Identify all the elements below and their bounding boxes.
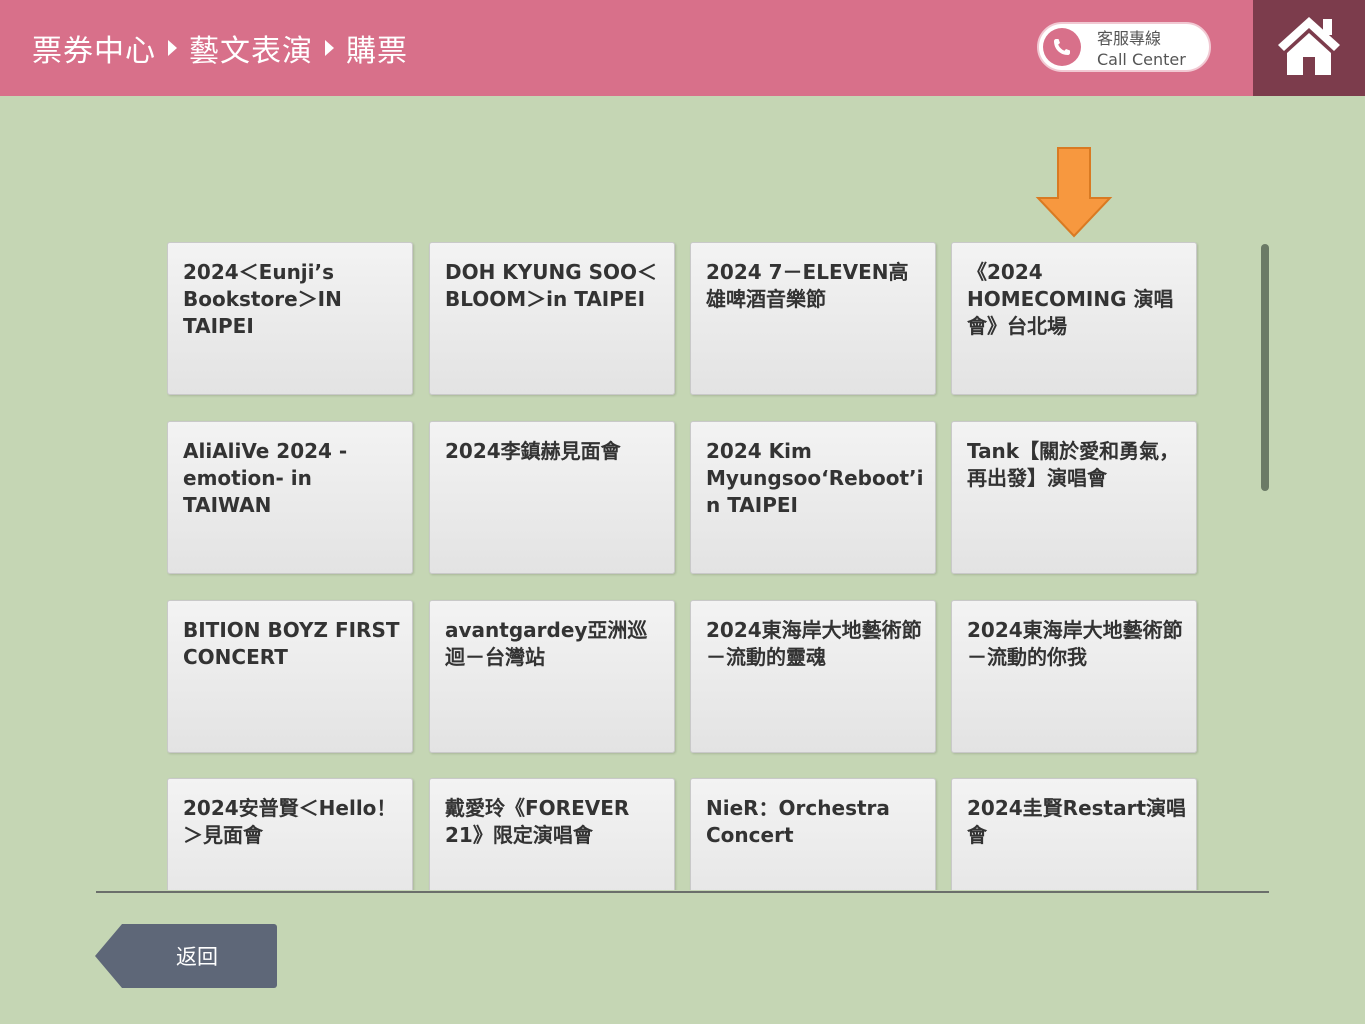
breadcrumb-item-ticket-center[interactable]: 票券中心	[32, 26, 156, 70]
chevron-right-icon	[168, 40, 177, 56]
event-tile[interactable]: 2024圭賢Restart演唱會	[951, 778, 1197, 890]
event-tile[interactable]: 2024安普賢＜Hello！＞見面會	[167, 778, 413, 890]
home-button[interactable]	[1253, 0, 1365, 96]
divider	[96, 891, 1269, 893]
home-icon	[1278, 17, 1340, 75]
breadcrumb-item-purchase: 購票	[346, 34, 408, 69]
call-center-button[interactable]: 客服專線 Call Center	[1037, 22, 1211, 72]
back-button-label: 返回	[176, 945, 218, 969]
event-tile[interactable]: BITION BOYZ FIRST CONCERT	[167, 600, 413, 753]
event-tile[interactable]: 《2024 HOMECOMING 演唱會》台北場	[951, 242, 1197, 395]
event-tile[interactable]: avantgardey亞洲巡迴－台灣站	[429, 600, 675, 753]
phone-icon	[1043, 28, 1081, 66]
event-tile[interactable]: AliAliVe 2024 -emotion- in TAIWAN	[167, 421, 413, 574]
event-tile[interactable]: 2024李鎮赫見面會	[429, 421, 675, 574]
arrow-down-icon	[1035, 147, 1113, 238]
event-tile[interactable]: 戴愛玲《FOREVER 21》限定演唱會	[429, 778, 675, 890]
back-button[interactable]: 返回	[95, 924, 277, 988]
event-grid: 2024＜Eunji’s Bookstore＞IN TAIPEI DOH KYU…	[167, 242, 1199, 890]
scrollbar-thumb[interactable]	[1261, 244, 1269, 491]
header-bar: 票券中心 藝文表演 購票 客服專線 Call Center	[0, 0, 1365, 96]
event-tile[interactable]: NieR：Orchestra Concert	[690, 778, 936, 890]
call-center-label-en: Call Center	[1097, 50, 1186, 69]
event-tile[interactable]: 2024東海岸大地藝術節－流動的你我	[951, 600, 1197, 753]
breadcrumb: 票券中心 藝文表演 購票	[32, 0, 408, 96]
call-center-label-zh: 客服專線	[1097, 29, 1162, 48]
event-tile[interactable]: 2024 7－ELEVEN高雄啤酒音樂節	[690, 242, 936, 395]
event-tile[interactable]: DOH KYUNG SOO＜BLOOM＞in TAIPEI	[429, 242, 675, 395]
breadcrumb-item-performances[interactable]: 藝文表演	[189, 26, 313, 70]
event-tile[interactable]: Tank【關於愛和勇氣，再出發】演唱會	[951, 421, 1197, 574]
event-tile[interactable]: 2024＜Eunji’s Bookstore＞IN TAIPEI	[167, 242, 413, 395]
chevron-right-icon	[325, 40, 334, 56]
event-tile[interactable]: 2024東海岸大地藝術節－流動的靈魂	[690, 600, 936, 753]
event-tile[interactable]: 2024 Kim Myungsoo‘Reboot’in TAIPEI	[690, 421, 936, 574]
